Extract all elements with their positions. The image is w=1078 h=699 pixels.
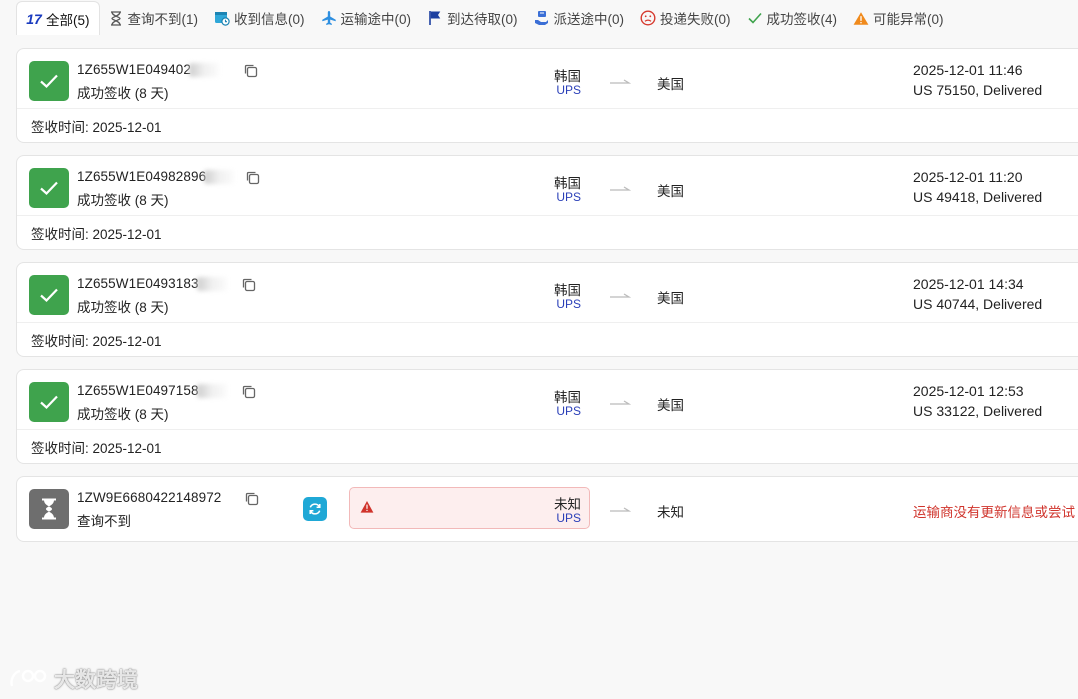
check-icon bbox=[747, 10, 763, 26]
origin-country: 韩国 bbox=[554, 390, 581, 405]
not-found-status-icon bbox=[29, 489, 69, 529]
delivered-status-icon bbox=[29, 168, 69, 208]
signed-time: 签收时间: 2025-12-01 bbox=[31, 333, 162, 349]
carrier-name[interactable]: UPS bbox=[537, 297, 581, 311]
status-text: 成功签收 (8 天) bbox=[77, 193, 169, 208]
redacted-blur bbox=[196, 277, 227, 292]
shipment-card[interactable]: 1Z655W1E0497158 成功签收 (8 天) 韩国 UPS 美国 202… bbox=[16, 369, 1078, 464]
warning-triangle-icon bbox=[853, 10, 869, 26]
tracking-number[interactable]: 1Z655W1E0493183 bbox=[77, 276, 227, 292]
delivered-status-icon bbox=[29, 61, 69, 101]
tracking-number[interactable]: 1ZW9E6680422148972 bbox=[77, 490, 221, 505]
copy-icon[interactable] bbox=[245, 170, 261, 186]
tab-all[interactable]: 17 全部(5) bbox=[16, 1, 100, 35]
delivered-status-icon bbox=[29, 275, 69, 315]
tracking-number[interactable]: 1Z655W1E04940‌2 bbox=[77, 62, 219, 78]
refresh-icon bbox=[309, 503, 321, 515]
route-arrow-icon bbox=[610, 186, 631, 191]
status-text: 查询不到 bbox=[77, 514, 131, 529]
carrier-name[interactable]: UPS bbox=[537, 190, 581, 204]
17track-logo-icon: 17 bbox=[26, 10, 42, 27]
latest-event-time: 2025-12-01 11:20 bbox=[913, 169, 1023, 185]
copy-icon[interactable] bbox=[243, 63, 259, 79]
route-arrow-icon bbox=[610, 293, 631, 298]
watermark-logo-icon bbox=[10, 669, 47, 687]
latest-event-desc: US 75150, Delivered bbox=[913, 82, 1043, 98]
signed-time: 签收时间: 2025-12-01 bbox=[31, 440, 162, 456]
status-text: 成功签收 (8 天) bbox=[77, 300, 169, 315]
latest-event-desc: US 33122, Delivered bbox=[913, 403, 1043, 419]
tab-info-received[interactable]: 收到信息(0) bbox=[206, 1, 313, 35]
redacted-blur bbox=[196, 384, 227, 399]
tab-pickup[interactable]: 到达待取(0) bbox=[419, 1, 526, 35]
calendar-clock-icon bbox=[214, 10, 230, 26]
shipment-card[interactable]: 1Z655W1E04940‌2 成功签收 (8 天) 韩国 UPS 美国 202… bbox=[16, 48, 1078, 143]
origin-country: 韩国 bbox=[554, 283, 581, 298]
tab-all-label: 全部(5) bbox=[46, 12, 90, 28]
tab-failed-label: 投递失败(0) bbox=[660, 12, 731, 27]
tab-exception-label: 可能异常(0) bbox=[873, 12, 944, 27]
tab-pickup-label: 到达待取(0) bbox=[447, 12, 518, 27]
copy-icon[interactable] bbox=[241, 277, 257, 293]
hourglass-icon bbox=[108, 10, 124, 26]
shipment-card[interactable]: 1ZW9E6680422148972 查询不到 未知 UPS 未知 运输商没有更… bbox=[16, 476, 1078, 542]
redacted-blur bbox=[188, 63, 219, 78]
tab-in-transit[interactable]: 运输途中(0) bbox=[313, 1, 420, 35]
origin-country: 韩国 bbox=[554, 176, 581, 191]
signed-time: 签收时间: 2025-12-01 bbox=[31, 119, 162, 135]
flag-icon bbox=[427, 10, 443, 26]
delivery-hand-icon bbox=[534, 10, 550, 26]
sad-face-icon bbox=[640, 10, 656, 26]
tab-info-received-label: 收到信息(0) bbox=[234, 12, 305, 27]
copy-icon[interactable] bbox=[244, 491, 260, 507]
destination-country: 美国 bbox=[657, 184, 684, 199]
latest-event-desc: US 49418, Delivered bbox=[913, 189, 1043, 205]
tab-exception[interactable]: 可能异常(0) bbox=[845, 1, 952, 35]
route-arrow-icon bbox=[610, 400, 631, 405]
error-warning-icon bbox=[360, 501, 374, 513]
carrier-error-box: 未知 UPS bbox=[349, 487, 590, 529]
route-arrow-icon bbox=[610, 79, 631, 84]
airplane-icon bbox=[321, 10, 337, 26]
tracking-number[interactable]: 1Z655W1E0497158 bbox=[77, 383, 227, 399]
latest-event-time: 2025-12-01 11:46 bbox=[913, 62, 1023, 78]
carrier-name[interactable]: UPS bbox=[537, 83, 581, 97]
tab-out-for-delivery-label: 派送途中(0) bbox=[553, 12, 625, 27]
delivered-status-icon bbox=[29, 382, 69, 422]
refresh-button[interactable] bbox=[303, 497, 327, 521]
tracking-number[interactable]: 1Z655W1E04982896 bbox=[77, 169, 235, 185]
tab-delivered[interactable]: 成功签收(4) bbox=[739, 1, 846, 35]
tab-in-transit-label: 运输途中(0) bbox=[340, 12, 412, 27]
tab-not-found-label: 查询不到(1) bbox=[127, 12, 199, 27]
status-text: 成功签收 (8 天) bbox=[77, 407, 169, 422]
error-message: 运输商没有更新信息或尝试 bbox=[913, 505, 1075, 520]
tab-failed[interactable]: 投递失败(0) bbox=[632, 1, 739, 35]
destination-country: 美国 bbox=[657, 291, 684, 306]
signed-time: 签收时间: 2025-12-01 bbox=[31, 226, 162, 242]
route-arrow-icon bbox=[610, 507, 631, 512]
latest-event-time: 2025-12-01 14:34 bbox=[913, 276, 1024, 292]
destination-country: 美国 bbox=[657, 77, 684, 92]
copy-icon[interactable] bbox=[241, 384, 257, 400]
status-tabs: 17 全部(5) 查询不到(1) 收到信息(0) 运输途中(0) 到达待取(0)… bbox=[0, 0, 1078, 36]
status-text: 成功签收 (8 天) bbox=[77, 86, 169, 101]
latest-event-desc: US 40744, Delivered bbox=[913, 296, 1043, 312]
latest-event-time: 2025-12-01 12:53 bbox=[913, 383, 1024, 399]
destination-country: 未知 bbox=[657, 505, 684, 520]
tab-out-for-delivery[interactable]: 派送途中(0) bbox=[526, 1, 633, 35]
carrier-name[interactable]: UPS bbox=[556, 511, 581, 525]
shipment-card[interactable]: 1Z655W1E04982896 成功签收 (8 天) 韩国 UPS 美国 20… bbox=[16, 155, 1078, 250]
tab-delivered-label: 成功签收(4) bbox=[766, 12, 838, 27]
origin-country: 韩国 bbox=[554, 69, 581, 84]
origin-country: 未知 bbox=[554, 497, 581, 512]
watermark: 大数跨境 bbox=[8, 664, 138, 694]
tab-not-found[interactable]: 查询不到(1) bbox=[100, 1, 207, 35]
carrier-name[interactable]: UPS bbox=[537, 404, 581, 418]
redacted-blur bbox=[204, 170, 235, 185]
watermark-text: 大数跨境 bbox=[54, 669, 138, 692]
destination-country: 美国 bbox=[657, 398, 684, 413]
shipment-card[interactable]: 1Z655W1E0493183 成功签收 (8 天) 韩国 UPS 美国 202… bbox=[16, 262, 1078, 357]
